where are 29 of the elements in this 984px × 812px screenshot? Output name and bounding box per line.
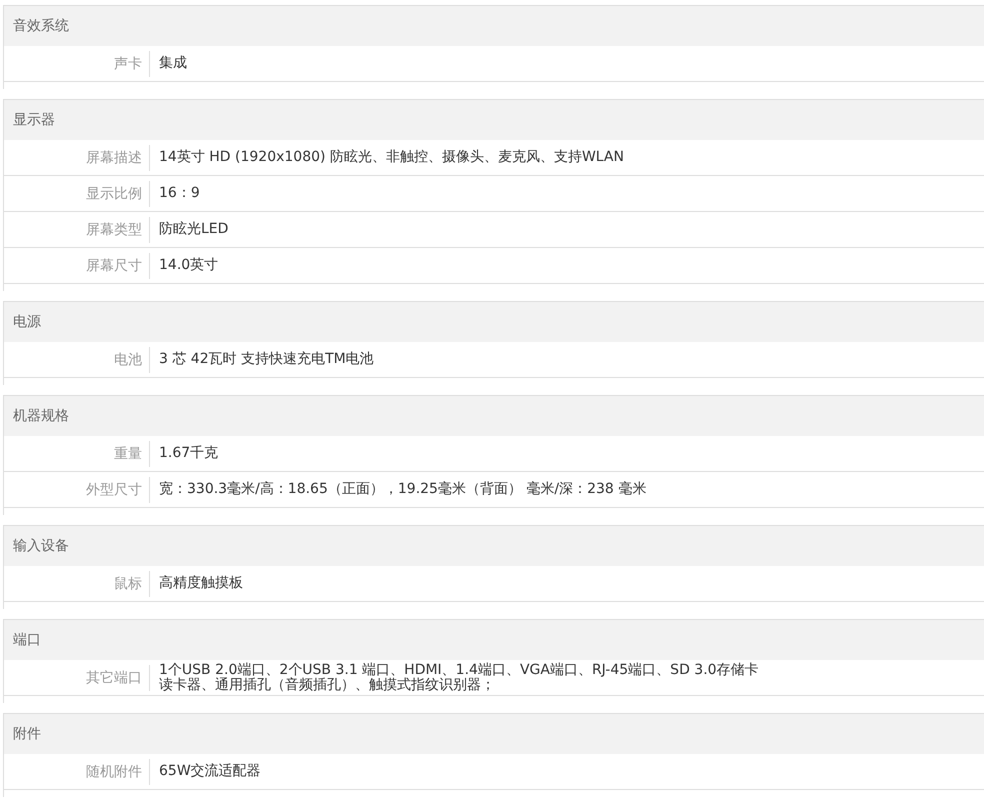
- spec-label: 鼠标: [4, 570, 150, 596]
- spec-label: 显示比例: [4, 180, 150, 206]
- spec-value: 1.67千克: [158, 444, 218, 463]
- section-title: 音效系统: [13, 17, 69, 35]
- spec-value: 14英寸 HD (1920x1080) 防眩光、非触控、摄像头、麦克风、支持WLAN: [158, 148, 624, 167]
- spec-value: 14.0英寸: [158, 256, 218, 275]
- section-title: 机器规格: [13, 407, 69, 425]
- section-title: 输入设备: [13, 537, 69, 555]
- section-title: 附件: [13, 725, 41, 743]
- section-title: 显示器: [13, 111, 55, 129]
- section-title: 端口: [13, 631, 41, 649]
- spec-label: 其它端口: [4, 664, 150, 690]
- spec-label: 屏幕类型: [4, 216, 150, 242]
- spec-value: 宽：330.3毫米/高：18.65（正面），19.25毫米（背面） 毫米/深：238 毫米: [158, 480, 646, 499]
- spec-label: 电池: [4, 346, 150, 372]
- spec-label: 声卡: [4, 50, 150, 76]
- spec-value: 集成: [158, 54, 187, 73]
- spec-value: 1个USB 2.0端口、2个USB 3.1 端口、HDMI、1.4端口、VGA端口、RJ-45端口、SD 3.0存储卡读卡器、通用插孔（音频插孔）、触摸式指纹识别器；: [158, 660, 760, 694]
- spec-label: 外型尺寸: [4, 476, 150, 502]
- spec-label: 随机附件: [4, 758, 150, 784]
- spec-value: 65W交流适配器: [158, 762, 261, 781]
- spec-label: 屏幕尺寸: [4, 252, 150, 278]
- spec-value: 16：9: [158, 184, 200, 203]
- spec-value: 高精度触摸板: [158, 574, 243, 593]
- spec-value: 防眩光LED: [158, 220, 228, 239]
- spec-label: 重量: [4, 440, 150, 466]
- spec-value: 3 芯 42瓦时 支持快速充电TM电池: [158, 350, 374, 369]
- spec-label: 屏幕描述: [4, 144, 150, 170]
- section-title: 电源: [13, 313, 41, 331]
